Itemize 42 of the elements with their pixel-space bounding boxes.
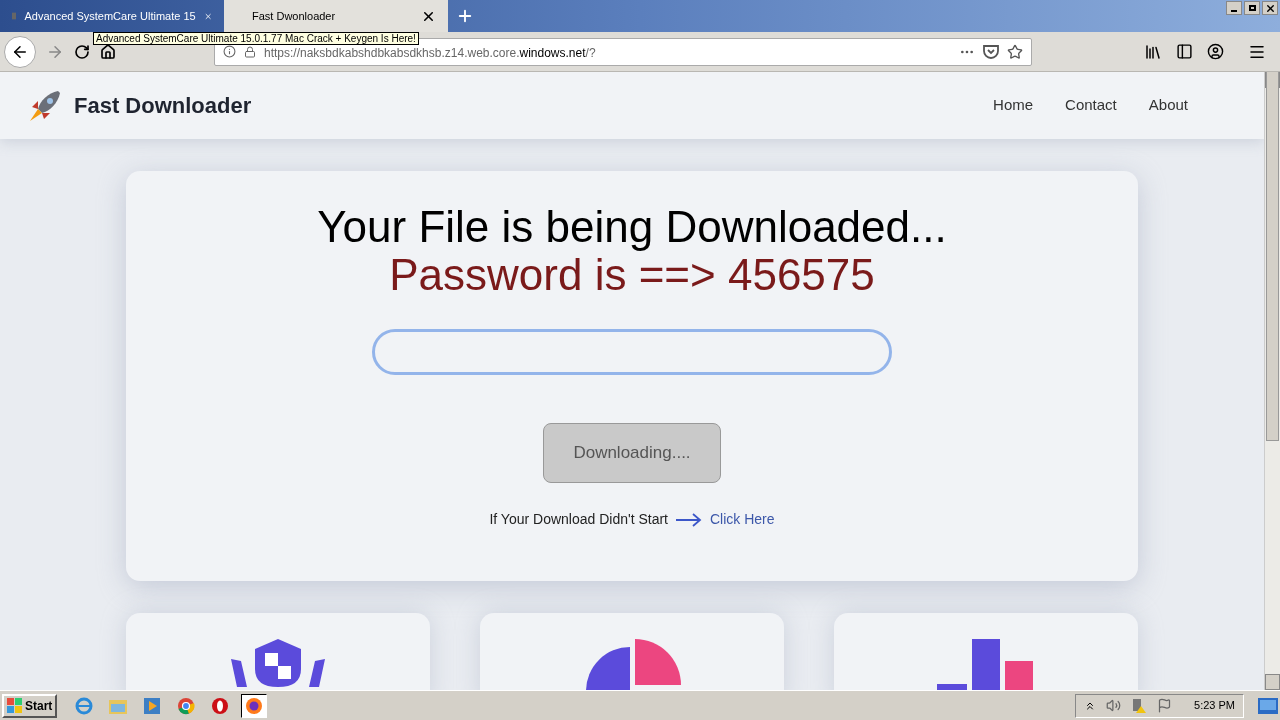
- nav-link[interactable]: About: [1148, 94, 1188, 117]
- nav-link[interactable]: Home: [993, 94, 1034, 117]
- page-icon: [12, 10, 17, 22]
- brand-name[interactable]: Fast Downloader: [74, 89, 252, 122]
- bar-chart-icon: [937, 639, 1035, 690]
- start-button[interactable]: Start: [2, 693, 58, 718]
- clock[interactable]: 5:23 PM: [1194, 697, 1235, 714]
- download-title: Your File is being Downloaded...: [317, 203, 947, 251]
- password-text: Password is ==> 456575: [389, 251, 875, 299]
- new-tab-icon[interactable]: [456, 7, 474, 25]
- close-window-icon[interactable]: [1262, 1, 1278, 15]
- lock-icon: [244, 45, 256, 58]
- tooltip: Advanced SystemCare Ultimate 15.0.1.77 Mac Crack + Keygen Is Here!: [93, 32, 419, 45]
- reload-icon[interactable]: [74, 43, 90, 60]
- browser-tab[interactable]: Fast Dwonloader: [224, 0, 448, 32]
- hint-text: If Your Download Didn't Start: [489, 510, 668, 529]
- sidebar-icon[interactable]: [1176, 43, 1193, 60]
- url-text: https://naksbdkabshdbkabsdkhsb.z14.web.core.windows.net/?: [264, 45, 597, 62]
- downloading-button[interactable]: Downloading....: [543, 423, 721, 483]
- rocket-icon: [28, 88, 62, 123]
- password-field[interactable]: [372, 329, 892, 375]
- arrow-right-icon: [676, 512, 702, 527]
- pie-chart-icon: [583, 639, 681, 690]
- show-desktop-icon[interactable]: [1258, 697, 1278, 714]
- library-icon[interactable]: [1144, 42, 1162, 61]
- bookmark-star-icon[interactable]: [1007, 43, 1023, 60]
- click-here-link[interactable]: Click Here: [710, 509, 775, 530]
- back-button[interactable]: [4, 35, 36, 68]
- network-warning-icon[interactable]: [1131, 697, 1148, 714]
- account-icon[interactable]: [1207, 43, 1224, 60]
- shield-hands-icon: [229, 639, 327, 687]
- windows-logo-icon: [7, 697, 23, 714]
- flag-icon[interactable]: [1157, 698, 1173, 713]
- nav-link[interactable]: Contact: [1065, 94, 1117, 117]
- info-icon[interactable]: [223, 45, 236, 58]
- browser-tab[interactable]: Advanced SystemCare Ultimate 15: [0, 0, 224, 32]
- pocket-icon[interactable]: [983, 44, 999, 59]
- volume-icon[interactable]: [1106, 698, 1122, 713]
- home-icon[interactable]: [100, 43, 116, 60]
- scrollbar[interactable]: [1264, 72, 1280, 690]
- minimize-window-icon[interactable]: [1226, 1, 1242, 15]
- restore-window-icon[interactable]: [1244, 1, 1260, 15]
